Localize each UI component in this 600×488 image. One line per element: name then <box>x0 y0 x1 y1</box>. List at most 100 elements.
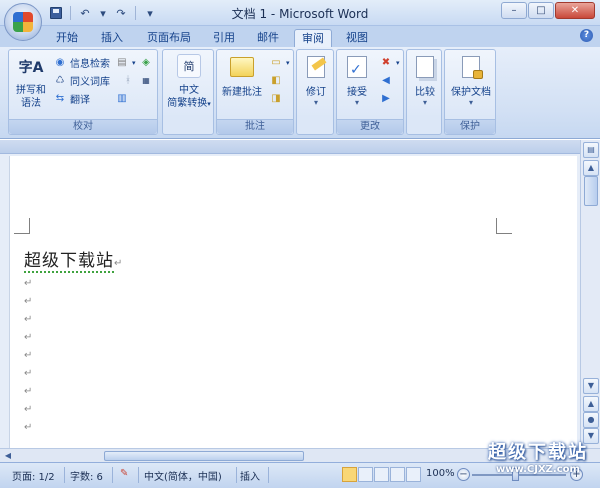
accept-button[interactable]: ✓ 接受 ▾ <box>338 52 376 107</box>
vertical-scroll-thumb[interactable] <box>584 176 598 206</box>
paragraph-mark: ↵ <box>24 386 33 397</box>
previous-change-button[interactable]: ◀ <box>379 72 393 89</box>
delete-comment-icon: ▭ <box>271 57 281 68</box>
chinese-conversion-label-line1: 中文 <box>179 85 199 96</box>
track-changes-button[interactable]: 修订 ▾ <box>298 52 334 107</box>
tab-review[interactable]: 审阅 <box>294 29 332 47</box>
thesaurus-button[interactable]: ♺ 同义词库 <box>53 72 110 89</box>
status-separator <box>268 467 269 483</box>
group-chinese-conversion: 简 中文 简繁转换▾ <box>162 49 214 135</box>
research-icon: ◉ <box>55 57 65 68</box>
select-browse-object-icon[interactable]: ● <box>583 412 599 428</box>
tab-references[interactable]: 引用 <box>206 29 242 47</box>
protect-document-icon <box>456 52 486 82</box>
previous-comment-button[interactable]: ◧ <box>269 72 283 89</box>
scroll-down-icon[interactable]: ▼ <box>583 378 599 394</box>
zoom-level[interactable]: 100% <box>426 468 455 479</box>
accept-icon: ✓ <box>342 52 372 82</box>
abc-icon: ▦ <box>142 76 150 85</box>
window-controls: – □ ✕ <box>501 2 595 19</box>
compare-icon <box>410 52 440 82</box>
close-button[interactable]: ✕ <box>555 2 595 19</box>
reject-button[interactable]: ✖ ▾ <box>379 54 400 71</box>
help-icon[interactable]: ? <box>580 29 593 42</box>
set-language-button[interactable]: ◈ <box>139 54 153 71</box>
word-count-button[interactable]: ᚼ <box>121 72 135 89</box>
thesaurus-label: 同义词库 <box>70 77 110 88</box>
web-layout-view-icon[interactable] <box>374 467 389 482</box>
language-status[interactable]: 中文(简体，中国) <box>144 468 222 483</box>
reject-icon: ✖ <box>381 57 391 68</box>
scroll-up-icon[interactable]: ▲ <box>583 160 599 176</box>
protect-document-button[interactable]: 保护文档 ▾ <box>446 52 496 107</box>
group-comments: 新建批注 ▭ ▾ ◧ ◨ 批注 <box>216 49 294 135</box>
maximize-button[interactable]: □ <box>528 2 554 19</box>
paragraph-mark: ↵ <box>24 296 33 307</box>
compare-button[interactable]: 比较 ▾ <box>408 52 442 107</box>
compare-dropdown-icon: ▾ <box>422 98 427 107</box>
track-changes-dropdown-icon: ▾ <box>313 98 318 107</box>
translate-icon: ⇆ <box>55 93 65 104</box>
word-count[interactable]: 字数: 6 <box>70 468 103 483</box>
tab-view[interactable]: 视图 <box>338 29 376 47</box>
office-button[interactable] <box>4 3 42 41</box>
insert-mode[interactable]: 插入 <box>240 468 260 483</box>
accept-dropdown-icon: ▾ <box>354 98 359 107</box>
spelling-check-icon: 字A <box>18 60 44 76</box>
document-area: 超级下载站↵ ↵ ↵ ↵ ↵ ↵ ↵ ↵ ↵ ↵ ▤ ▲ ▼ ▲ ● ▼ <box>0 140 600 448</box>
ribbon-tabs: 开始 插入 页面布局 引用 邮件 审阅 视图 ? <box>0 26 600 47</box>
group-changes-label: 更改 <box>337 119 403 134</box>
group-proofing-label: 校对 <box>9 119 157 134</box>
document-heading[interactable]: 超级下载站↵ <box>24 246 124 273</box>
paragraph-mark: ↵ <box>24 278 33 289</box>
tab-home[interactable]: 开始 <box>48 29 86 47</box>
next-change-button[interactable]: ▶ <box>379 90 393 107</box>
crop-mark-top-left <box>14 218 30 234</box>
horizontal-ruler <box>0 140 580 154</box>
proofing-status-icon[interactable]: ✎ <box>120 468 128 479</box>
horizontal-scroll-thumb[interactable] <box>104 451 304 461</box>
site-watermark: 超级下载站 www.CJXZ.com <box>478 442 598 476</box>
crop-mark-top-right <box>496 218 512 234</box>
draft-view-icon[interactable] <box>406 467 421 482</box>
tab-insert[interactable]: 插入 <box>94 29 130 47</box>
status-separator <box>112 467 113 483</box>
new-comment-icon <box>227 52 257 82</box>
previous-page-icon[interactable]: ▲ <box>583 396 599 412</box>
print-layout-view-icon[interactable] <box>342 467 357 482</box>
delete-comment-button[interactable]: ▭ ▾ <box>269 54 289 71</box>
view-ruler-icon[interactable]: ▤ <box>583 142 599 158</box>
group-compare: 比较 ▾ <box>406 49 442 135</box>
paragraph-mark: ↵ <box>24 314 33 325</box>
previous-change-icon: ◀ <box>382 75 390 86</box>
translate-label: 翻译 <box>70 95 90 106</box>
chinese-conversion-button[interactable]: 简 中文 简繁转换▾ <box>164 54 214 111</box>
paragraph-mark: ↵ <box>24 332 33 343</box>
full-screen-reading-view-icon[interactable] <box>358 467 373 482</box>
group-proofing: 字A 拼写和 语法 ◉ 信息检索 ♺ 同义词库 ⇆ 翻译 ▤ ▾ ◈ ᚼ ▦ ▥… <box>8 49 158 135</box>
paragraph-mark: ↵ <box>114 258 124 269</box>
vertical-scrollbar[interactable]: ▤ ▲ ▼ ▲ ● ▼ <box>580 140 600 448</box>
page-count[interactable]: 页面: 1/2 <box>12 468 55 483</box>
scroll-left-icon[interactable]: ◀ <box>2 450 14 462</box>
translate-button[interactable]: ⇆ 翻译 <box>53 90 90 107</box>
abc-icon-button[interactable]: ▦ <box>139 72 153 89</box>
minimize-button[interactable]: – <box>501 2 527 19</box>
new-comment-button[interactable]: 新建批注 <box>219 52 265 99</box>
outline-view-icon[interactable] <box>390 467 405 482</box>
translation-tooltip-arrow-icon: ▾ <box>132 58 136 67</box>
language-settings-button[interactable]: ▥ <box>115 90 129 107</box>
thesaurus-icon: ♺ <box>55 75 65 86</box>
tab-mailings[interactable]: 邮件 <box>250 29 286 47</box>
next-comment-button[interactable]: ◨ <box>269 90 283 107</box>
translation-tooltip-button[interactable]: ▤ ▾ <box>115 54 136 71</box>
paragraph-mark: ↵ <box>24 422 33 433</box>
previous-comment-icon: ◧ <box>271 75 281 86</box>
document-page[interactable]: 超级下载站↵ ↵ ↵ ↵ ↵ ↵ ↵ ↵ ↵ ↵ <box>9 156 577 448</box>
zoom-out-button[interactable]: − <box>457 468 470 481</box>
protect-document-dropdown-icon: ▾ <box>468 98 473 107</box>
research-button[interactable]: ◉ 信息检索 <box>53 54 110 71</box>
status-separator <box>138 467 139 483</box>
spelling-grammar-button[interactable]: 字A 拼写和 语法 <box>11 52 51 110</box>
tab-page-layout[interactable]: 页面布局 <box>140 29 198 47</box>
